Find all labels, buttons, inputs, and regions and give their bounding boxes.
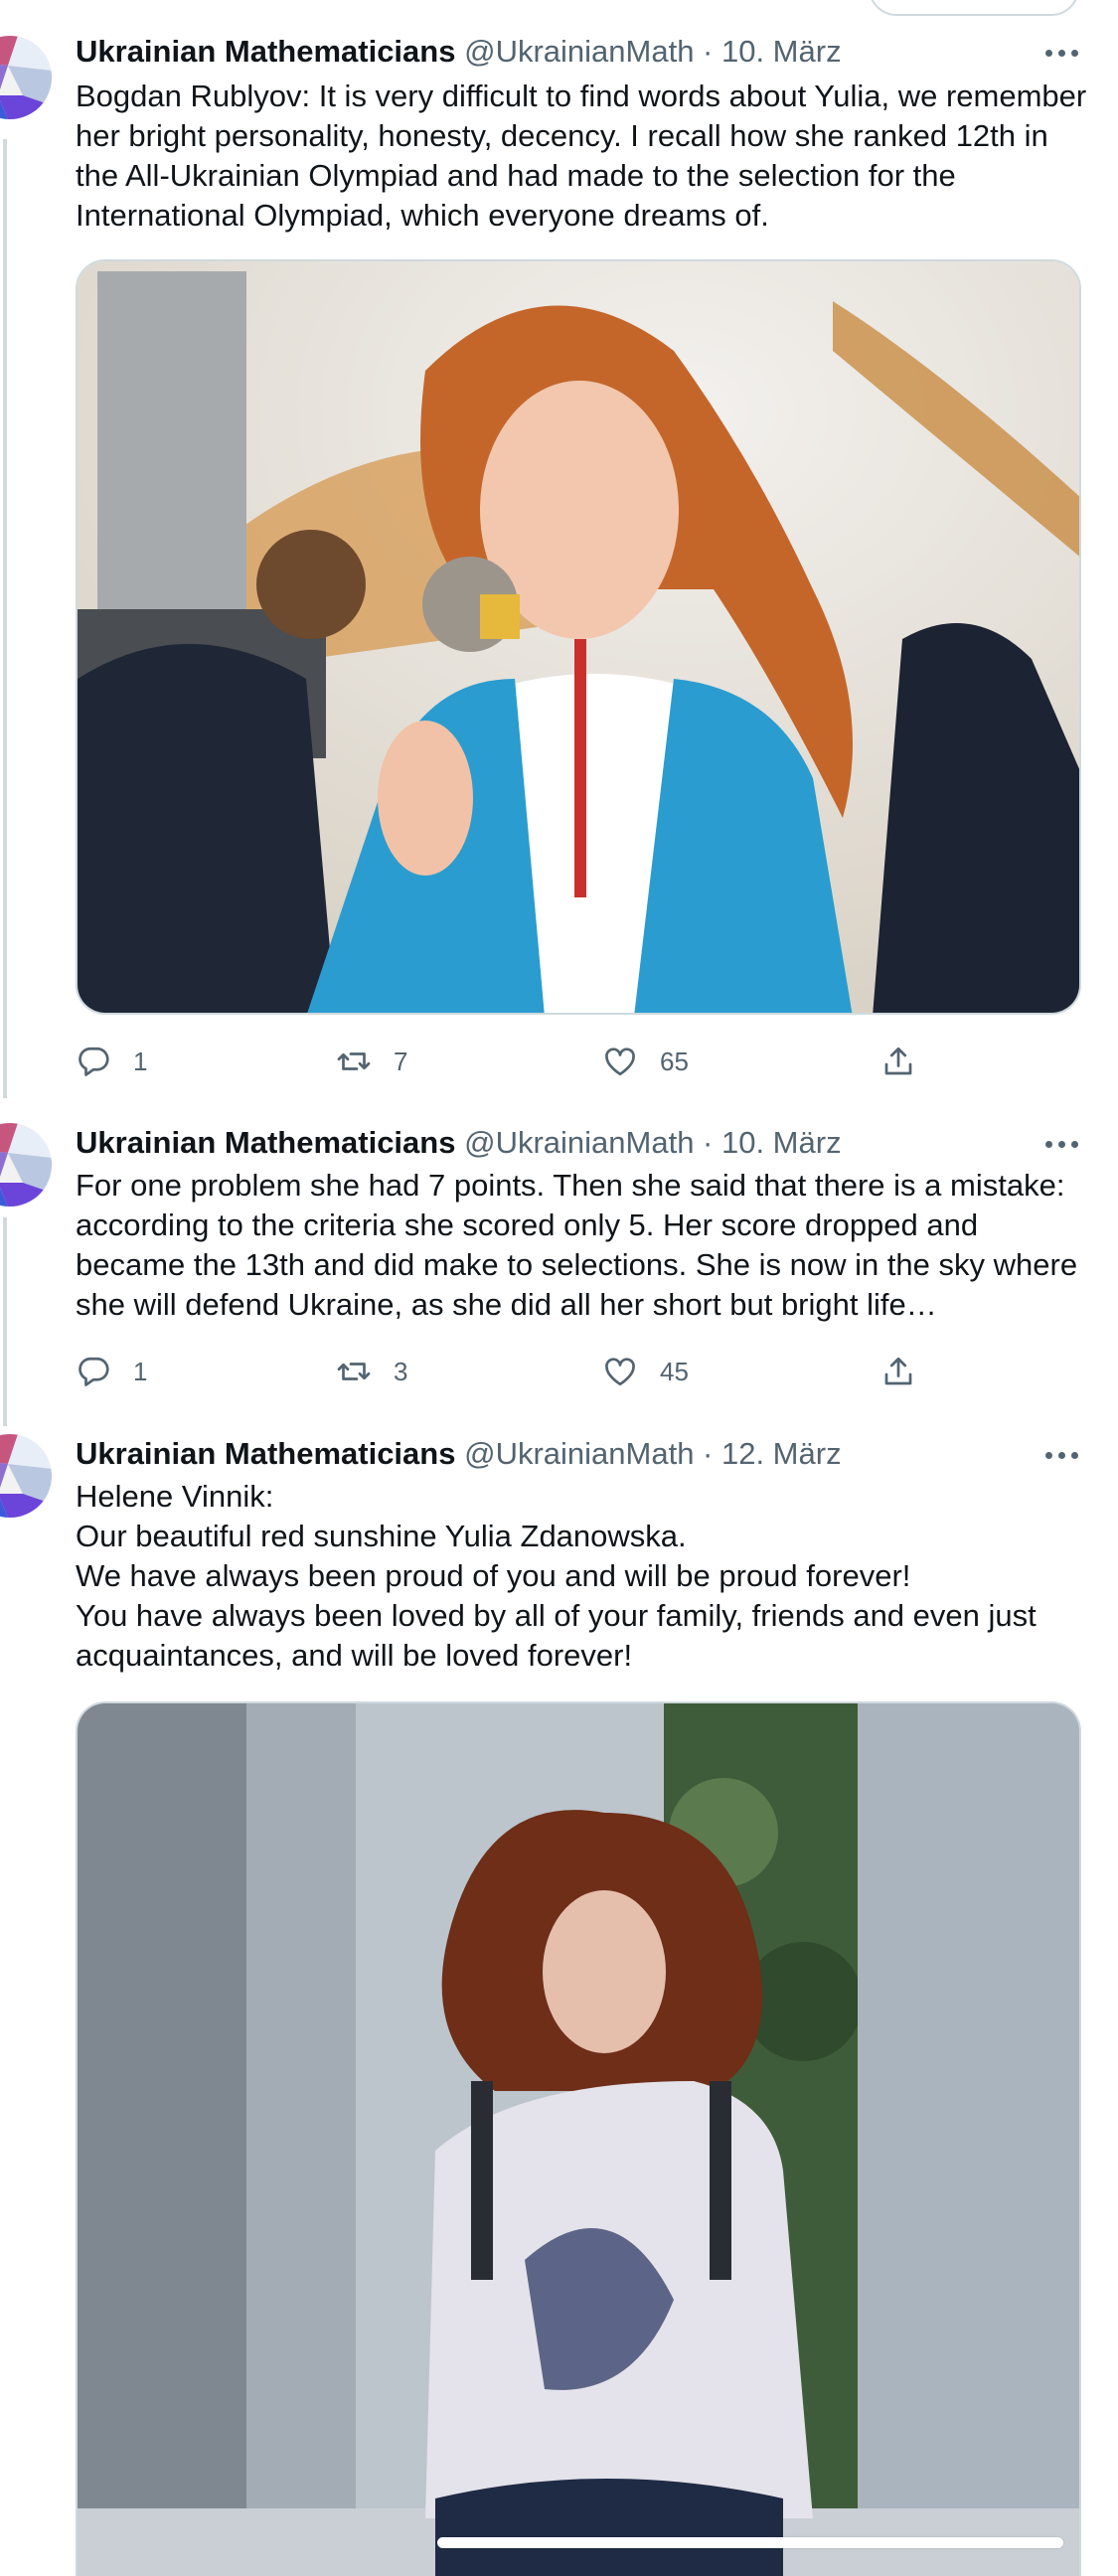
reply-count: 1 [133, 1356, 148, 1386]
tweet-text: Helene Vinnik: Our beautiful red sunshin… [76, 1479, 1037, 1673]
like-count: 65 [660, 1046, 689, 1076]
like-button[interactable]: 65 [602, 1042, 689, 1081]
thread-line [3, 1217, 7, 1426]
retweet-icon [337, 1363, 371, 1380]
reply-icon [79, 1046, 109, 1076]
avatar[interactable] [0, 36, 52, 119]
tweet-photo[interactable] [76, 1701, 1081, 2576]
tweet-text: For one problem she had 7 points. Then s… [76, 1168, 1078, 1322]
thread-line [3, 139, 7, 1098]
reply-count: 1 [133, 1046, 148, 1076]
author-meta[interactable]: @UkrainianMath · 12. März [464, 1436, 841, 1471]
reply-button[interactable]: 1 [76, 1042, 147, 1081]
retweet-icon [337, 1052, 371, 1070]
retweet-button[interactable]: 3 [336, 1352, 407, 1391]
reply-icon [79, 1357, 109, 1386]
more-icon[interactable] [1045, 1450, 1079, 1462]
like-icon [605, 1047, 635, 1076]
author-meta[interactable]: @UkrainianMath · 10. März [464, 34, 841, 69]
top-action-button[interactable] [869, 0, 1079, 16]
tweet-header: Ukrainian Mathematicians @UkrainianMath … [76, 1434, 842, 1474]
like-icon [605, 1358, 635, 1386]
author-name[interactable]: Ukrainian Mathematicians [76, 34, 455, 69]
tweet-header: Ukrainian Mathematicians @UkrainianMath … [76, 32, 842, 72]
author-meta[interactable]: @UkrainianMath · 10. März [464, 1125, 841, 1160]
share-button[interactable] [880, 1042, 916, 1081]
share-icon [884, 1357, 912, 1385]
like-button[interactable]: 45 [602, 1352, 689, 1391]
retweet-count: 3 [394, 1356, 408, 1386]
avatar[interactable] [0, 1434, 52, 1518]
more-icon[interactable] [1045, 48, 1079, 60]
reply-button[interactable]: 1 [76, 1352, 147, 1391]
share-icon [884, 1046, 912, 1075]
like-count: 45 [660, 1356, 689, 1386]
retweet-count: 7 [394, 1046, 408, 1076]
avatar[interactable] [0, 1123, 52, 1207]
home-indicator[interactable] [437, 2537, 1063, 2548]
more-icon[interactable] [1045, 1139, 1079, 1151]
retweet-button[interactable]: 7 [336, 1042, 407, 1081]
tweet-header: Ukrainian Mathematicians @UkrainianMath … [76, 1123, 842, 1163]
tweet-photo[interactable] [76, 259, 1081, 1015]
author-name[interactable]: Ukrainian Mathematicians [76, 1436, 455, 1471]
tweet-text: Bogdan Rublyov: It is very difficult to … [76, 79, 1087, 233]
share-button[interactable] [880, 1352, 916, 1391]
author-name[interactable]: Ukrainian Mathematicians [76, 1125, 455, 1160]
